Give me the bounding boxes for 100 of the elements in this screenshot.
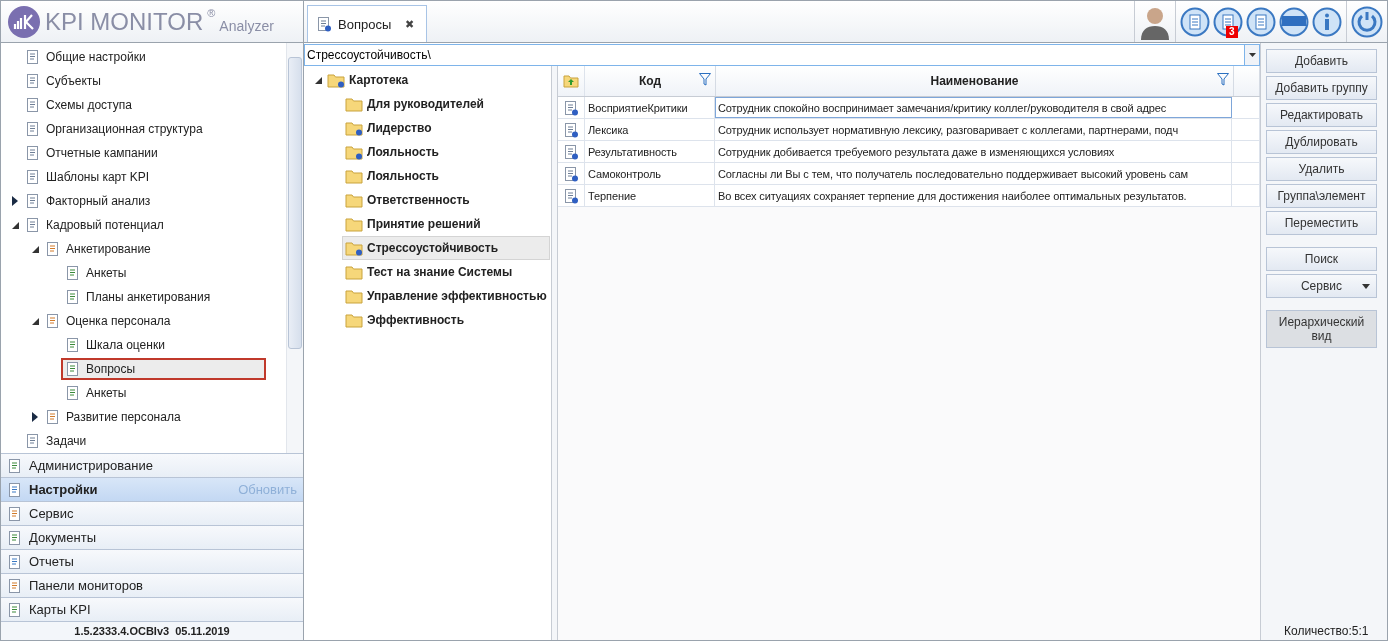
node-icon (45, 313, 61, 329)
column-header[interactable]: Код (585, 66, 716, 96)
tree-item[interactable]: Схемы доступа (21, 94, 140, 116)
folder-item[interactable]: Тест на знание Системы (342, 260, 518, 284)
info-icon[interactable] (1312, 6, 1342, 37)
column-header[interactable]: Наименование (716, 66, 1234, 96)
document-icon (316, 16, 332, 32)
table-cell: Самоконтроль (585, 163, 715, 184)
nav-section-button[interactable]: Панели мониторов (1, 573, 303, 597)
tree-item[interactable]: Шкала оценки (61, 334, 173, 356)
node-icon (25, 49, 41, 65)
folder-item[interactable]: Лояльность (342, 140, 444, 164)
section-label: Панели мониторов (29, 578, 144, 593)
clipboard-icon[interactable] (1246, 6, 1276, 37)
folder-icon (345, 240, 363, 256)
folder-item[interactable]: Принятие решений (342, 212, 486, 236)
tree-item[interactable]: Анкетирование (41, 238, 159, 260)
action-button[interactable]: Поиск (1266, 247, 1377, 271)
folder-icon (345, 192, 363, 208)
tree-item[interactable]: Субъекты (21, 70, 109, 92)
node-icon (65, 361, 81, 377)
action-button[interactable]: Дублировать (1266, 130, 1377, 154)
up-folder-icon[interactable] (563, 73, 579, 89)
section-icon (7, 457, 23, 474)
table-cell: ВосприятиеКритики (585, 97, 715, 118)
node-icon (65, 385, 81, 401)
folder-item[interactable]: Для руководителей (342, 92, 489, 116)
nav-section-button[interactable]: Администрирование (1, 453, 303, 477)
close-icon[interactable]: ✖ (405, 17, 415, 31)
nav-section-button[interactable]: Сервис (1, 501, 303, 525)
nav-section-button[interactable]: Отчеты (1, 549, 303, 573)
section-icon (7, 505, 23, 522)
table-cell: Сотрудник использует нормативную лексику, разговаривает с коллегами, партнерами, подч (715, 119, 1232, 140)
logo-icon (7, 4, 41, 39)
notes-icon[interactable] (1180, 6, 1210, 37)
node-icon (65, 289, 81, 305)
tree-item[interactable]: Развитие персонала (41, 406, 189, 428)
section-icon (7, 553, 23, 570)
tree-item[interactable]: Оценка персонала (41, 310, 179, 332)
table-cell: Во всех ситуациях сохраняет терпение для достижения наиболее оптимальных результатов. (715, 185, 1232, 206)
folder-icon (345, 96, 363, 112)
section-label: Документы (29, 530, 96, 545)
tree-item[interactable]: Планы анкетирования (61, 286, 219, 308)
action-button[interactable]: Добавить (1266, 49, 1377, 73)
table-cell: Лексика (585, 119, 715, 140)
tree-item[interactable]: Отчетные кампании (21, 142, 166, 164)
action-button[interactable]: Переместить (1266, 211, 1377, 235)
folder-item[interactable]: Картотека (324, 68, 414, 92)
scrollbar[interactable] (286, 43, 303, 453)
action-button[interactable]: Добавить группу (1266, 76, 1377, 100)
node-icon (65, 337, 81, 353)
action-button[interactable]: Удалить (1266, 157, 1377, 181)
node-icon (25, 145, 41, 161)
table-cell: Терпение (585, 185, 715, 206)
tree-item[interactable]: Кадровый потенциал (21, 214, 172, 236)
table-cell: Сотрудник спокойно воспринимает замечания/критику коллег/руководителя в свой адрес (715, 97, 1232, 118)
dropdown-button[interactable] (1244, 44, 1260, 66)
folder-item[interactable]: Эффективность (342, 308, 470, 332)
section-icon (7, 529, 23, 546)
folder-item[interactable]: Ответственность (342, 188, 475, 212)
tree-item[interactable]: Анкеты (61, 382, 135, 404)
nav-section-button[interactable]: Карты KPI (1, 597, 303, 621)
folder-icon (345, 264, 363, 280)
folder-icon (345, 168, 363, 184)
list-icon[interactable] (1213, 6, 1243, 37)
filter-icon[interactable] (699, 73, 711, 86)
document-tab[interactable]: Вопросы ✖ (307, 5, 428, 42)
folder-icon (345, 144, 363, 160)
tree-item[interactable]: Факторный анализ (21, 190, 159, 212)
action-button[interactable]: Группа\элемент (1266, 184, 1377, 208)
tree-item[interactable]: Задачи (21, 430, 95, 452)
folder-icon (345, 312, 363, 328)
action-button[interactable]: Редактировать (1266, 103, 1377, 127)
filter-icon[interactable] (1217, 73, 1229, 86)
folder-item[interactable]: Лидерство (342, 116, 437, 140)
service-dropdown-button[interactable]: Сервис (1266, 274, 1377, 298)
power-icon[interactable] (1351, 5, 1383, 38)
section-label: Сервис (29, 506, 74, 521)
view-toggle-button[interactable]: Иерархический вид (1266, 310, 1377, 348)
section-label: Карты KPI (29, 602, 91, 617)
node-icon (65, 265, 81, 281)
folder-item[interactable]: Стрессоустойчивость (342, 236, 550, 260)
path-field[interactable]: Стрессоустойчивость\ (304, 44, 1244, 66)
folder-item[interactable]: Лояльность (342, 164, 444, 188)
table-cell: Результативность (585, 141, 715, 162)
tree-item[interactable]: Вопросы (61, 358, 266, 380)
tree-item[interactable]: Анкеты (61, 262, 135, 284)
tree-item[interactable]: Шаблоны карт KPI (21, 166, 158, 188)
nav-section-button[interactable]: Документы (1, 525, 303, 549)
section-icon (7, 481, 23, 498)
caret-icon (1362, 284, 1370, 289)
folder-icon (327, 72, 345, 88)
folder-item[interactable]: Управление эффективностью (342, 284, 552, 308)
nav-section-button[interactable]: Настройки Обновить (1, 477, 303, 501)
node-icon (45, 409, 61, 425)
tree-item[interactable]: Организационная структура (21, 118, 211, 140)
tree-item[interactable]: Общие настройки (21, 46, 154, 68)
node-icon (25, 433, 41, 449)
section-icon (7, 601, 23, 618)
node-icon (25, 217, 41, 233)
